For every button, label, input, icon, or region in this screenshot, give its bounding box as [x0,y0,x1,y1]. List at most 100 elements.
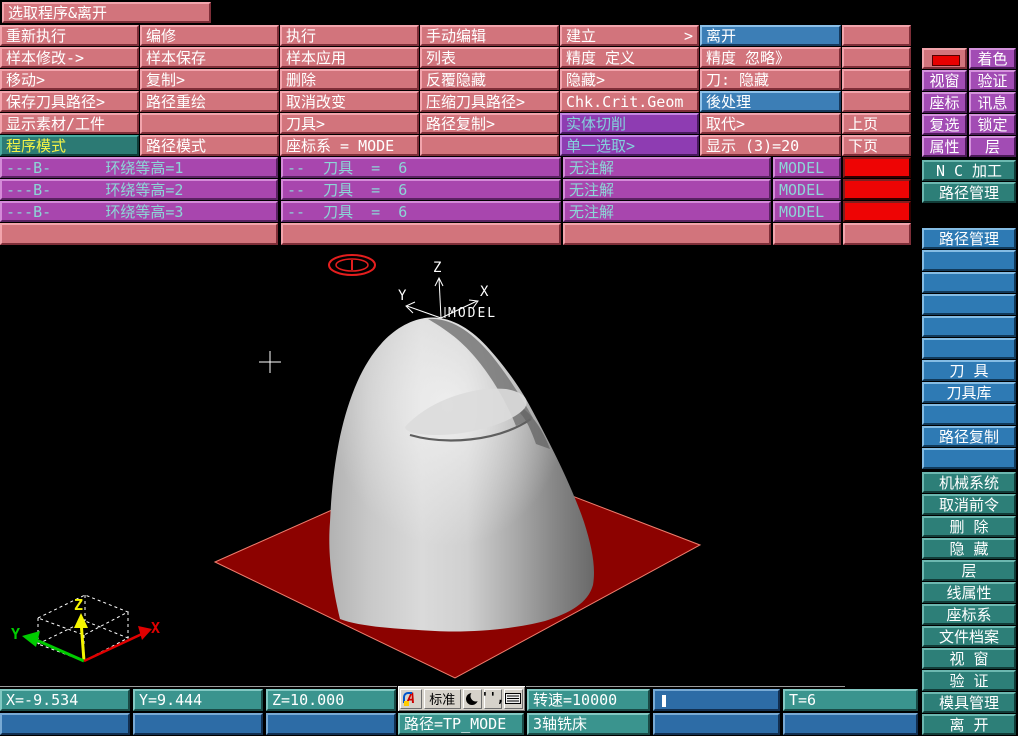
sidebar-teal-10[interactable]: 验 证 [922,670,1016,691]
menu-item-3-4[interactable]: 反覆隐藏 [420,69,559,90]
toolpath-row-1-cell-4[interactable]: MODEL [773,157,841,178]
toolpath-row-1-cell-3[interactable]: 无注解 [563,157,771,178]
ime-fullwidth-moon-icon[interactable] [462,688,482,709]
viewport-canvas[interactable]: Z Y X MODEL Z Y X [0,247,918,688]
sidebar-blue-7[interactable]: 刀 具 [922,360,1016,381]
menu-item-4-2[interactable]: 路径重绘 [140,91,279,112]
menu-item-2-5[interactable]: 精度 定义 [560,47,699,68]
sidebar-teal-2[interactable]: 取消前令 [922,494,1016,515]
menu-item-2-1[interactable]: 样本修改-> [0,47,139,68]
viewport-3d[interactable]: Z Y X MODEL Z Y X [0,247,918,688]
toolpath-row-2-cell-1[interactable]: ---B- 环绕等高=2 [0,179,278,200]
toolpath-row-3-cell-1[interactable]: ---B- 环绕等高=3 [0,201,278,222]
sidebar-top-left-2[interactable]: 视窗 [922,70,967,91]
sidebar-teal-9[interactable]: 视 窗 [922,648,1016,669]
menu-item-5-4[interactable]: 路径复制> [420,113,559,134]
sidebar-button-label: 验 证 [949,672,989,690]
menu-item-label: 路径重绘 [146,93,207,111]
sidebar-button-label: 模具管理 [938,694,999,712]
menu-item-1-3[interactable]: 执行 [280,25,419,46]
ime-logo-icon[interactable]: A [400,688,422,709]
sidebar-top-right-2[interactable]: 验证 [969,70,1016,91]
sidebar-teal-7[interactable]: 座标系 [922,604,1016,625]
sidebar-top-right-1[interactable]: 着色 [969,48,1016,69]
menu-item-5-3[interactable]: 刀具> [280,113,419,134]
toolpath-row-2-cell-2[interactable]: -- 刀具 = 6 [281,179,561,200]
ime-keyboard-icon[interactable] [503,688,523,709]
sidebar-teal-3[interactable]: 删 除 [922,516,1016,537]
status-cell-label: X=-9.534 [6,691,79,709]
menu-item-3-3[interactable]: 删除 [280,69,419,90]
status-cell-r2-7 [783,713,918,735]
ime-mode-button[interactable]: 标准 [423,688,461,709]
menu-item-1-2[interactable]: 编修 [140,25,279,46]
toolpath-row-1-status-red[interactable] [843,157,911,178]
menu-item-6-7[interactable]: 下页 [842,135,911,156]
toolpath-row-2-cell-4[interactable]: MODEL [773,179,841,200]
toolpath-row-3-cell-2[interactable]: -- 刀具 = 6 [281,201,561,222]
ucs-label-z: Z [74,596,83,614]
menu-item-4-1[interactable]: 保存刀具路径> [0,91,139,112]
menu-item-6-1[interactable]: 程序模式 [0,135,139,156]
sidebar-button-label: 路径管理 [938,184,999,202]
sidebar-teal-4[interactable]: 隐 藏 [922,538,1016,559]
menu-item-5-6[interactable]: 取代> [700,113,841,134]
toolpath-row-1-cell-1[interactable]: ---B- 环绕等高=1 [0,157,278,178]
menu-item-2-2[interactable]: 样本保存 [140,47,279,68]
sidebar-color-swatch-button[interactable] [922,48,967,69]
menu-item-6-3[interactable]: 座标系 = MODE [280,135,419,156]
ucs-triad: Z Y X [11,594,160,663]
toolpath-row-1-cell-2[interactable]: -- 刀具 = 6 [281,157,561,178]
toolpath-cell-label: -- 刀具 = 6 [287,181,408,199]
toolpath-row-2-cell-3[interactable]: 无注解 [563,179,771,200]
menu-item-5-5[interactable]: 实体切削 [560,113,699,134]
menu-item-label: 单一选取> [566,137,636,155]
menu-item-6-2[interactable]: 路径模式 [140,135,279,156]
ucs-label-x: X [151,619,160,637]
toolpath-cell-label: MODEL [779,181,825,199]
sidebar-top-left-3[interactable]: 座标 [922,92,967,113]
menu-item-1-5[interactable]: 建立 > [560,25,699,46]
sidebar-top-right-4[interactable]: 锁定 [969,114,1016,135]
menu-item-6-6[interactable]: 显示 (3)=20 [700,135,841,156]
ime-toolbar[interactable]: A 标准 '', [397,685,526,712]
menu-item-4-3[interactable]: 取消改变 [280,91,419,112]
sidebar-teal-5[interactable]: 层 [922,560,1016,581]
toolpath-row-3-status-red[interactable] [843,201,911,222]
sidebar-blue-8[interactable]: 刀具库 [922,382,1016,403]
menu-item-1-4[interactable]: 手动编辑 [420,25,559,46]
sidebar-teal-8[interactable]: 文件档案 [922,626,1016,647]
toolpath-row-3-cell-3[interactable]: 无注解 [563,201,771,222]
sidebar-top-left-5[interactable]: 属性 [922,136,967,157]
sidebar-teal-11[interactable]: 模具管理 [922,692,1016,713]
sidebar-top-right-5[interactable]: 层 [969,136,1016,157]
sidebar-teal-1[interactable]: 机械系统 [922,472,1016,493]
menu-item-4-5[interactable]: Chk.Crit.Geom [560,91,699,112]
sidebar-wide-1[interactable]: N C 加工 [922,160,1016,181]
menu-item-2-4[interactable]: 列表 [420,47,559,68]
menu-item-4-4[interactable]: 压缩刀具路径> [420,91,559,112]
toolpath-row-3-cell-4[interactable]: MODEL [773,201,841,222]
menu-item-1-6[interactable]: 离开 [700,25,841,46]
menu-item-6-5[interactable]: 单一选取> [560,135,699,156]
sidebar-top-right-3[interactable]: 讯息 [969,92,1016,113]
menu-item-3-5[interactable]: 隐藏> [560,69,699,90]
menu-item-2-6[interactable]: 精度 忽略》 [700,47,841,68]
ime-punctuation-button[interactable]: '', [481,688,505,709]
menu-item-3-2[interactable]: 复制> [140,69,279,90]
menu-item-3-1[interactable]: 移动> [0,69,139,90]
menu-item-3-6[interactable]: 刀: 隐藏 [700,69,841,90]
menu-item-label: 样本保存 [146,49,207,67]
menu-item-4-6[interactable]: 後处理 [700,91,841,112]
sidebar-teal-12[interactable]: 离 开 [922,714,1016,735]
menu-item-5-1[interactable]: 显示素材/工件 [0,113,139,134]
sidebar-teal-6[interactable]: 线属性 [922,582,1016,603]
menu-item-1-1[interactable]: 重新执行 [0,25,139,46]
menu-item-2-3[interactable]: 样本应用 [280,47,419,68]
sidebar-blue-1[interactable]: 路径管理 [922,228,1016,249]
sidebar-blue-10[interactable]: 路径复制 [922,426,1016,447]
sidebar-top-left-4[interactable]: 复选 [922,114,967,135]
toolpath-row-2-status-red[interactable] [843,179,911,200]
menu-item-5-7[interactable]: 上页 [842,113,911,134]
sidebar-wide-2[interactable]: 路径管理 [922,182,1016,203]
